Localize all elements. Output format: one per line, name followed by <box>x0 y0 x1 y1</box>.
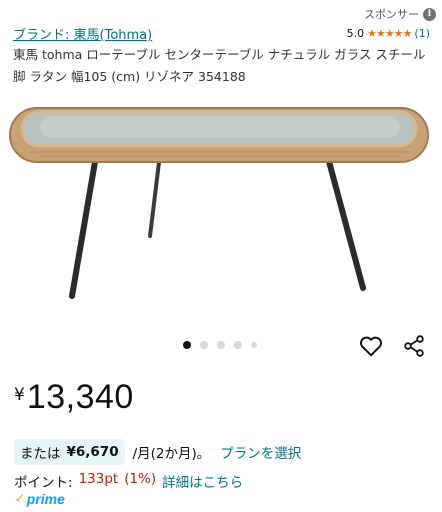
info-icon[interactable]: i <box>423 7 436 21</box>
carousel-dot[interactable] <box>251 342 257 348</box>
sponsored-label[interactable]: スポンサー i <box>364 6 436 22</box>
points-percent: (1%) <box>124 471 157 487</box>
carousel-dot[interactable] <box>183 341 191 349</box>
points-detail-link[interactable]: 詳細はこちら <box>162 471 243 491</box>
review-count-link[interactable]: (1) <box>414 27 430 40</box>
select-plan-link[interactable]: プランを選択 <box>220 442 301 462</box>
carousel-dot[interactable] <box>234 341 242 349</box>
price-amount: 13,340 <box>26 378 134 416</box>
installment-period: /月(2か月)。 <box>132 446 211 462</box>
sponsored-text: スポンサー <box>364 8 419 21</box>
price-currency: ¥ <box>14 385 25 405</box>
installment-row: または ¥6,670 /月(2か月)。 プランを選択 <box>14 439 301 465</box>
share-icon[interactable] <box>402 334 426 358</box>
points-row: ポイント: 133pt (1%) 詳細はこちら <box>14 471 243 491</box>
points-label: ポイント: <box>14 475 73 491</box>
carousel-dot[interactable] <box>217 341 225 349</box>
points-value: 133pt <box>78 471 119 487</box>
carousel-indicator[interactable] <box>183 341 257 349</box>
table-legs <box>69 151 366 299</box>
prime-badge: ✓ prime <box>14 491 65 507</box>
carousel-dot[interactable] <box>200 341 208 349</box>
product-image[interactable] <box>0 96 442 316</box>
product-title[interactable]: 東馬 tohma ローテーブル センターテーブル ナチュラル ガラス スチール脚… <box>13 44 430 88</box>
rating-score: 5.0 <box>346 27 365 40</box>
prime-logo: prime <box>26 491 65 507</box>
installment-value: ¥6,670 <box>66 444 119 460</box>
price: ¥ 13,340 <box>14 378 134 417</box>
brand-link[interactable]: ブランド: 東馬(Tohma) <box>13 24 152 43</box>
installment-badge: または ¥6,670 <box>14 439 125 465</box>
star-rating-icon: ★★★★★ <box>367 27 412 40</box>
prime-check-icon: ✓ <box>14 491 26 507</box>
rating-summary[interactable]: 5.0 ★★★★★ (1) <box>347 27 430 40</box>
installment-prefix: または <box>20 446 61 462</box>
heart-icon[interactable] <box>358 333 384 359</box>
